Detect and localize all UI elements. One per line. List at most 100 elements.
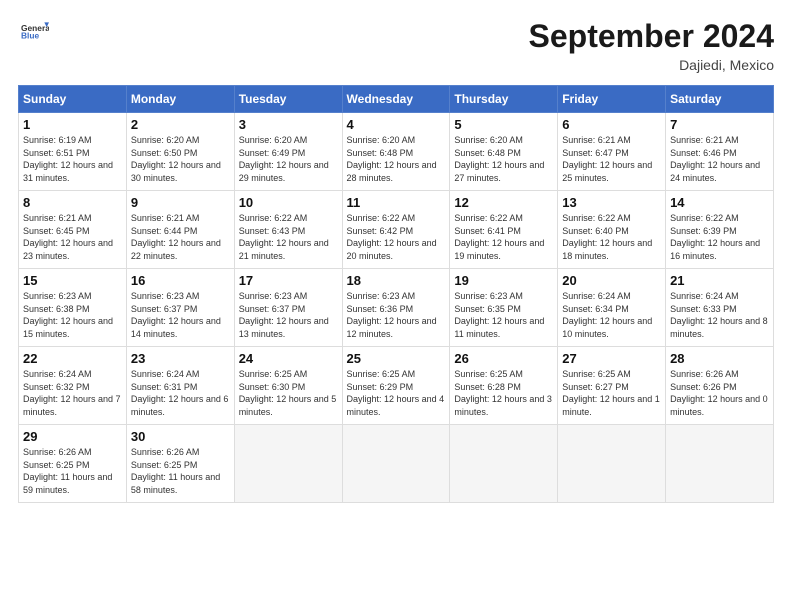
calendar-cell: 8 Sunrise: 6:21 AMSunset: 6:45 PMDayligh… [19,191,127,269]
day-number: 11 [347,195,446,210]
cell-info: Sunrise: 6:26 AMSunset: 6:26 PMDaylight:… [670,369,768,417]
calendar-cell: 22 Sunrise: 6:24 AMSunset: 6:32 PMDaylig… [19,347,127,425]
calendar-cell [342,425,450,503]
calendar-table: Sunday Monday Tuesday Wednesday Thursday… [18,85,774,503]
day-number: 28 [670,351,769,366]
cell-info: Sunrise: 6:23 AMSunset: 6:38 PMDaylight:… [23,291,113,339]
day-number: 7 [670,117,769,132]
cell-info: Sunrise: 6:19 AMSunset: 6:51 PMDaylight:… [23,135,113,183]
day-number: 2 [131,117,230,132]
cell-info: Sunrise: 6:26 AMSunset: 6:25 PMDaylight:… [131,447,220,495]
day-number: 15 [23,273,122,288]
calendar-cell: 20 Sunrise: 6:24 AMSunset: 6:34 PMDaylig… [558,269,666,347]
cell-info: Sunrise: 6:23 AMSunset: 6:37 PMDaylight:… [239,291,329,339]
calendar-cell: 30 Sunrise: 6:26 AMSunset: 6:25 PMDaylig… [126,425,234,503]
logo: General Blue [18,18,49,51]
cell-info: Sunrise: 6:24 AMSunset: 6:31 PMDaylight:… [131,369,229,417]
cell-info: Sunrise: 6:21 AMSunset: 6:46 PMDaylight:… [670,135,760,183]
day-number: 30 [131,429,230,444]
day-number: 3 [239,117,338,132]
cell-info: Sunrise: 6:22 AMSunset: 6:40 PMDaylight:… [562,213,652,261]
cell-info: Sunrise: 6:24 AMSunset: 6:33 PMDaylight:… [670,291,768,339]
calendar-week-row: 15 Sunrise: 6:23 AMSunset: 6:38 PMDaylig… [19,269,774,347]
calendar-cell [666,425,774,503]
cell-info: Sunrise: 6:21 AMSunset: 6:47 PMDaylight:… [562,135,652,183]
cell-info: Sunrise: 6:23 AMSunset: 6:37 PMDaylight:… [131,291,221,339]
calendar-cell: 12 Sunrise: 6:22 AMSunset: 6:41 PMDaylig… [450,191,558,269]
calendar-cell: 25 Sunrise: 6:25 AMSunset: 6:29 PMDaylig… [342,347,450,425]
col-thursday: Thursday [450,86,558,113]
day-number: 5 [454,117,553,132]
cell-info: Sunrise: 6:22 AMSunset: 6:43 PMDaylight:… [239,213,329,261]
cell-info: Sunrise: 6:23 AMSunset: 6:36 PMDaylight:… [347,291,437,339]
calendar-week-row: 29 Sunrise: 6:26 AMSunset: 6:25 PMDaylig… [19,425,774,503]
day-number: 21 [670,273,769,288]
calendar-cell [558,425,666,503]
col-monday: Monday [126,86,234,113]
calendar-week-row: 22 Sunrise: 6:24 AMSunset: 6:32 PMDaylig… [19,347,774,425]
day-number: 13 [562,195,661,210]
day-number: 23 [131,351,230,366]
logo-icon: General Blue [21,18,49,46]
calendar-cell: 29 Sunrise: 6:26 AMSunset: 6:25 PMDaylig… [19,425,127,503]
month-title: September 2024 [529,18,774,55]
cell-info: Sunrise: 6:20 AMSunset: 6:48 PMDaylight:… [454,135,544,183]
day-number: 18 [347,273,446,288]
day-number: 6 [562,117,661,132]
day-number: 24 [239,351,338,366]
day-number: 20 [562,273,661,288]
calendar-cell: 27 Sunrise: 6:25 AMSunset: 6:27 PMDaylig… [558,347,666,425]
day-number: 1 [23,117,122,132]
page-header: General Blue September 2024 Dajiedi, Mex… [18,18,774,73]
cell-info: Sunrise: 6:26 AMSunset: 6:25 PMDaylight:… [23,447,112,495]
cell-info: Sunrise: 6:22 AMSunset: 6:41 PMDaylight:… [454,213,544,261]
calendar-cell: 7 Sunrise: 6:21 AMSunset: 6:46 PMDayligh… [666,113,774,191]
calendar-week-row: 1 Sunrise: 6:19 AMSunset: 6:51 PMDayligh… [19,113,774,191]
location: Dajiedi, Mexico [529,57,774,73]
page-container: General Blue September 2024 Dajiedi, Mex… [0,0,792,513]
cell-info: Sunrise: 6:25 AMSunset: 6:28 PMDaylight:… [454,369,552,417]
calendar-cell: 3 Sunrise: 6:20 AMSunset: 6:49 PMDayligh… [234,113,342,191]
day-number: 29 [23,429,122,444]
cell-info: Sunrise: 6:24 AMSunset: 6:34 PMDaylight:… [562,291,652,339]
calendar-cell: 16 Sunrise: 6:23 AMSunset: 6:37 PMDaylig… [126,269,234,347]
calendar-cell: 15 Sunrise: 6:23 AMSunset: 6:38 PMDaylig… [19,269,127,347]
calendar-cell: 26 Sunrise: 6:25 AMSunset: 6:28 PMDaylig… [450,347,558,425]
cell-info: Sunrise: 6:24 AMSunset: 6:32 PMDaylight:… [23,369,121,417]
day-number: 16 [131,273,230,288]
calendar-header-row: Sunday Monday Tuesday Wednesday Thursday… [19,86,774,113]
cell-info: Sunrise: 6:21 AMSunset: 6:45 PMDaylight:… [23,213,113,261]
calendar-cell: 14 Sunrise: 6:22 AMSunset: 6:39 PMDaylig… [666,191,774,269]
title-block: September 2024 Dajiedi, Mexico [529,18,774,73]
col-saturday: Saturday [666,86,774,113]
cell-info: Sunrise: 6:22 AMSunset: 6:39 PMDaylight:… [670,213,760,261]
cell-info: Sunrise: 6:21 AMSunset: 6:44 PMDaylight:… [131,213,221,261]
calendar-week-row: 8 Sunrise: 6:21 AMSunset: 6:45 PMDayligh… [19,191,774,269]
day-number: 14 [670,195,769,210]
calendar-cell: 6 Sunrise: 6:21 AMSunset: 6:47 PMDayligh… [558,113,666,191]
calendar-cell: 9 Sunrise: 6:21 AMSunset: 6:44 PMDayligh… [126,191,234,269]
calendar-cell: 28 Sunrise: 6:26 AMSunset: 6:26 PMDaylig… [666,347,774,425]
calendar-cell: 11 Sunrise: 6:22 AMSunset: 6:42 PMDaylig… [342,191,450,269]
day-number: 27 [562,351,661,366]
cell-info: Sunrise: 6:25 AMSunset: 6:27 PMDaylight:… [562,369,660,417]
col-friday: Friday [558,86,666,113]
calendar-cell: 2 Sunrise: 6:20 AMSunset: 6:50 PMDayligh… [126,113,234,191]
calendar-cell [450,425,558,503]
day-number: 9 [131,195,230,210]
calendar-cell: 13 Sunrise: 6:22 AMSunset: 6:40 PMDaylig… [558,191,666,269]
cell-info: Sunrise: 6:25 AMSunset: 6:29 PMDaylight:… [347,369,445,417]
day-number: 22 [23,351,122,366]
cell-info: Sunrise: 6:25 AMSunset: 6:30 PMDaylight:… [239,369,337,417]
day-number: 19 [454,273,553,288]
col-wednesday: Wednesday [342,86,450,113]
cell-info: Sunrise: 6:20 AMSunset: 6:48 PMDaylight:… [347,135,437,183]
calendar-cell: 17 Sunrise: 6:23 AMSunset: 6:37 PMDaylig… [234,269,342,347]
cell-info: Sunrise: 6:20 AMSunset: 6:50 PMDaylight:… [131,135,221,183]
day-number: 17 [239,273,338,288]
calendar-cell: 1 Sunrise: 6:19 AMSunset: 6:51 PMDayligh… [19,113,127,191]
calendar-cell: 19 Sunrise: 6:23 AMSunset: 6:35 PMDaylig… [450,269,558,347]
day-number: 8 [23,195,122,210]
day-number: 4 [347,117,446,132]
calendar-cell: 18 Sunrise: 6:23 AMSunset: 6:36 PMDaylig… [342,269,450,347]
